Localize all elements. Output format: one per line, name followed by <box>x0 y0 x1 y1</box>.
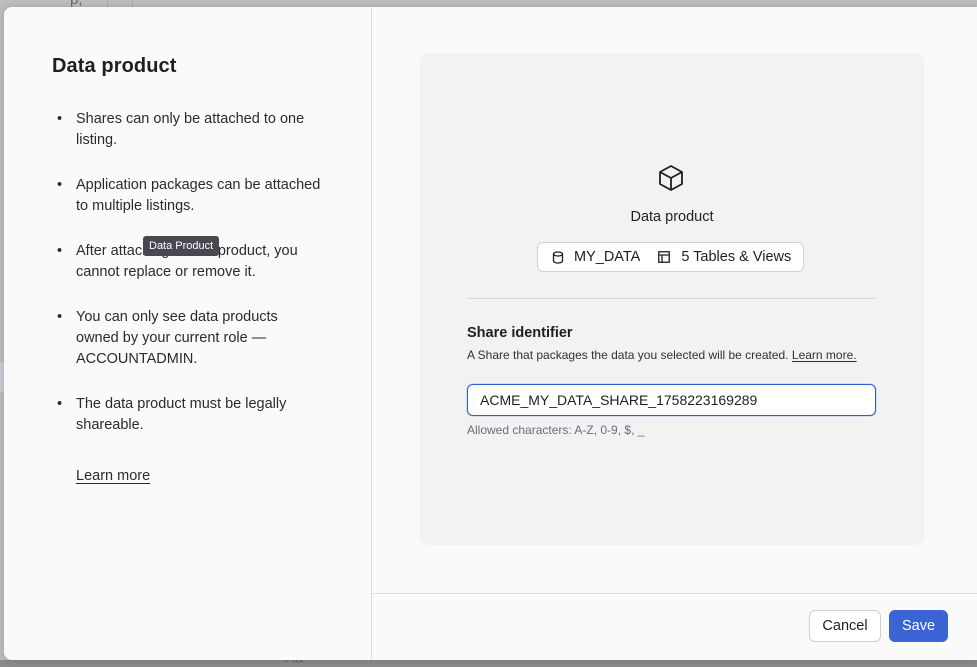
objects-count: 5 Tables & Views <box>681 249 792 265</box>
share-identifier-input[interactable] <box>467 384 876 416</box>
share-identifier-label: Share identifier <box>467 325 573 341</box>
table-icon <box>658 251 671 263</box>
info-title: Data product <box>52 55 177 77</box>
data-product-modal: Data product • Shares can only be attache… <box>4 7 977 660</box>
info-bullet: • Application packages can be attached to… <box>57 177 321 214</box>
info-bullet: • Shares can only be attached to one list… <box>57 111 305 148</box>
database-icon <box>552 250 564 264</box>
objects-chip: 5 Tables & Views <box>658 249 791 265</box>
data-product-title: Data product <box>630 209 714 225</box>
data-product-tooltip: Data Product <box>143 236 220 256</box>
data-product-summary: MY_DATA 5 Tables & Views <box>537 242 804 272</box>
database-chip: MY_DATA <box>552 249 640 265</box>
share-help-text: A Share that packages the data you selec… <box>467 348 789 362</box>
divider <box>467 298 876 299</box>
info-bullet-list: • Shares can only be attached to one list… <box>52 109 322 460</box>
save-button[interactable]: Save <box>889 610 948 642</box>
allowed-characters-hint: Allowed characters: A-Z, 0-9, $, _ <box>467 423 645 437</box>
share-learn-more-link[interactable]: Learn more. <box>792 348 857 362</box>
cube-icon <box>659 165 683 191</box>
info-bullet: • You can only see data products owned by… <box>57 309 278 367</box>
learn-more-link[interactable]: Learn more <box>76 468 150 484</box>
info-pane: Data product • Shares can only be attache… <box>4 7 372 660</box>
share-identifier-help: A Share that packages the data you selec… <box>467 348 867 363</box>
form-pane: Data product MY_DATA 5 Tables & Views Sh… <box>372 7 977 660</box>
data-product-card: Data product MY_DATA 5 Tables & Views Sh… <box>420 54 924 545</box>
modal-footer: Cancel Save <box>372 593 977 660</box>
cancel-button[interactable]: Cancel <box>809 610 881 642</box>
database-name: MY_DATA <box>574 249 641 265</box>
info-bullet: • The data product must be legally sharea… <box>57 396 287 433</box>
